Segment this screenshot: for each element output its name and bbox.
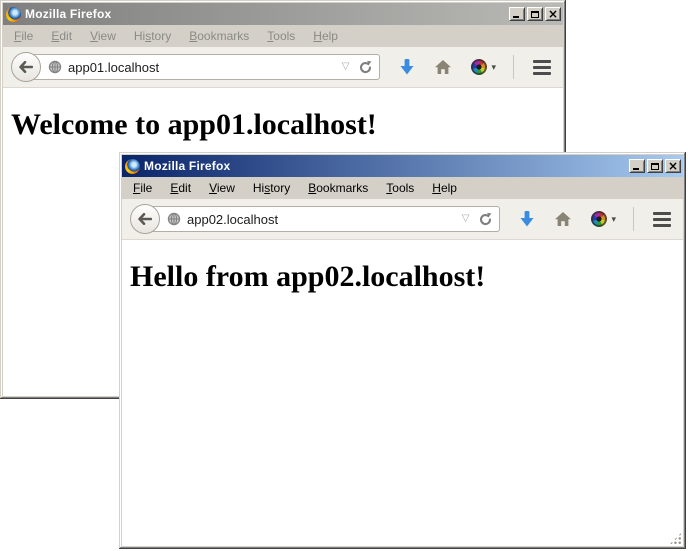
hamburger-icon — [653, 212, 671, 227]
search-engine-icon — [471, 59, 487, 75]
reload-button[interactable] — [477, 211, 494, 228]
menu-item-history[interactable]: History — [244, 179, 299, 197]
search-engine-button[interactable]: ▾ — [471, 59, 496, 75]
reload-button[interactable] — [357, 59, 374, 76]
minimize-icon — [513, 16, 519, 18]
menu-panel-button[interactable] — [653, 212, 671, 227]
menu-item-tools[interactable]: Tools — [377, 179, 423, 197]
page-content: Hello from app02.localhost! — [122, 240, 683, 546]
close-button[interactable]: × — [545, 7, 561, 21]
minimize-button[interactable] — [629, 159, 645, 173]
globe-icon — [167, 212, 181, 226]
download-icon — [519, 210, 535, 228]
window-app02[interactable]: Mozilla Firefox × File Edit View History… — [119, 152, 686, 549]
back-button[interactable] — [11, 52, 41, 82]
menu-item-bookmarks[interactable]: Bookmarks — [299, 179, 377, 197]
search-engine-icon — [591, 211, 607, 227]
url-dropdown-icon[interactable]: ▽ — [460, 212, 472, 226]
menu-item-file[interactable]: File — [5, 27, 42, 45]
window-title: Mozilla Firefox — [25, 7, 505, 21]
menu-item-view[interactable]: View — [200, 179, 244, 197]
navigation-toolbar: app02.localhost ▽ ▾ — [122, 199, 683, 240]
menu-item-help[interactable]: Help — [423, 179, 466, 197]
reload-icon — [478, 212, 493, 227]
menu-bar: File Edit View History Bookmarks Tools H… — [122, 177, 683, 199]
titlebar[interactable]: Mozilla Firefox × — [3, 3, 563, 25]
close-button[interactable]: × — [665, 159, 681, 173]
home-icon — [554, 211, 572, 227]
menu-item-edit[interactable]: Edit — [161, 179, 200, 197]
maximize-icon — [531, 11, 539, 18]
menu-item-bookmarks[interactable]: Bookmarks — [180, 27, 258, 45]
maximize-icon — [651, 163, 659, 170]
navigation-toolbar: app01.localhost ▽ ▾ — [3, 47, 563, 88]
menu-item-history[interactable]: History — [125, 27, 180, 45]
menu-item-help[interactable]: Help — [304, 27, 347, 45]
url-dropdown-icon[interactable]: ▽ — [340, 60, 352, 74]
globe-icon — [48, 60, 62, 74]
close-icon: × — [668, 160, 678, 172]
menu-item-file[interactable]: File — [124, 179, 161, 197]
home-icon — [434, 59, 452, 75]
download-button[interactable] — [519, 210, 535, 228]
close-icon: × — [548, 8, 558, 20]
minimize-icon — [633, 168, 639, 170]
firefox-icon — [125, 159, 140, 174]
home-button[interactable] — [554, 211, 572, 227]
window-title: Mozilla Firefox — [144, 159, 625, 173]
titlebar[interactable]: Mozilla Firefox × — [122, 155, 683, 177]
back-button[interactable] — [130, 204, 160, 234]
menu-bar: File Edit View History Bookmarks Tools H… — [3, 25, 563, 47]
maximize-button[interactable] — [527, 7, 543, 21]
page-heading: Welcome to app01.localhost! — [11, 108, 555, 142]
menu-item-view[interactable]: View — [81, 27, 125, 45]
url-bar[interactable]: app01.localhost ▽ — [31, 54, 380, 80]
home-button[interactable] — [434, 59, 452, 75]
page-heading: Hello from app02.localhost! — [130, 260, 675, 294]
minimize-button[interactable] — [509, 7, 525, 21]
back-arrow-icon — [138, 213, 152, 225]
firefox-icon — [6, 7, 21, 22]
search-engine-button[interactable]: ▾ — [591, 211, 616, 227]
toolbar-separator — [633, 207, 634, 231]
chevron-down-icon: ▾ — [491, 62, 496, 73]
hamburger-icon — [533, 60, 551, 75]
download-button[interactable] — [399, 58, 415, 76]
reload-icon — [358, 60, 373, 75]
url-bar[interactable]: app02.localhost ▽ — [150, 206, 500, 232]
maximize-button[interactable] — [647, 159, 663, 173]
menu-item-tools[interactable]: Tools — [258, 27, 304, 45]
url-text: app01.localhost — [68, 60, 334, 75]
menu-item-edit[interactable]: Edit — [42, 27, 81, 45]
toolbar-separator — [513, 55, 514, 79]
back-arrow-icon — [19, 61, 33, 73]
chevron-down-icon: ▾ — [611, 214, 616, 225]
menu-panel-button[interactable] — [533, 60, 551, 75]
url-text: app02.localhost — [187, 212, 454, 227]
download-icon — [399, 58, 415, 76]
